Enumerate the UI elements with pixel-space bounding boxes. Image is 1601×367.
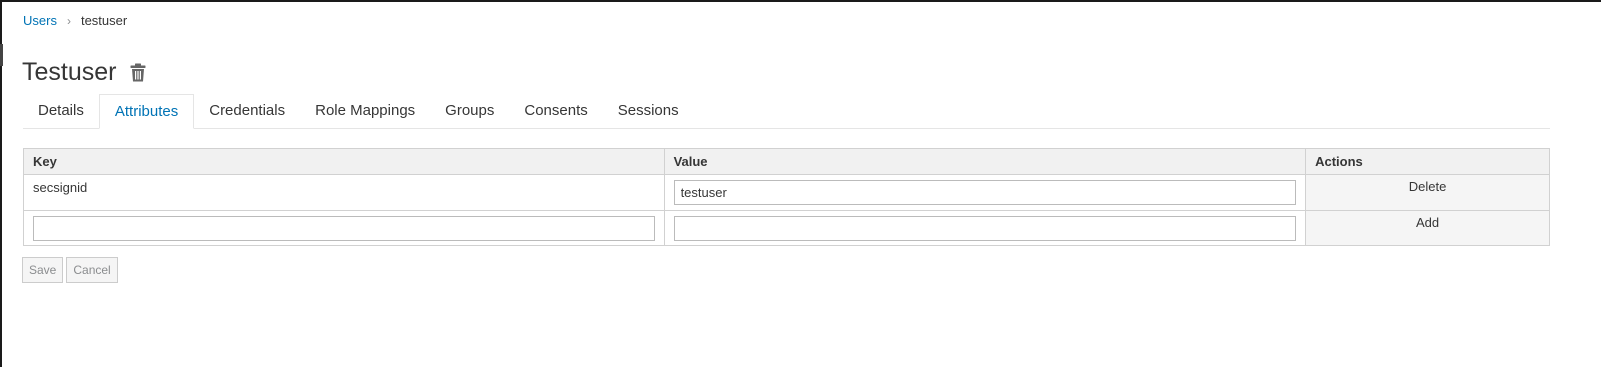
tab-bar: Details Attributes Credentials Role Mapp… [23, 94, 1550, 129]
new-key-input[interactable] [33, 215, 655, 241]
tab-attributes[interactable]: Attributes [98, 94, 195, 129]
new-key-cell [23, 210, 665, 246]
tab-credentials[interactable]: Credentials [194, 94, 300, 128]
attribute-key: secsignid [23, 174, 665, 211]
column-header-value: Value [663, 148, 1307, 175]
save-button[interactable]: Save [22, 257, 64, 283]
column-header-key: Key [23, 148, 665, 175]
page-title: Testuser [22, 58, 117, 86]
column-header-actions: Actions [1305, 148, 1550, 175]
tab-role-mappings[interactable]: Role Mappings [300, 94, 430, 128]
breadcrumb-separator: › [66, 13, 71, 28]
add-label: Add [1415, 215, 1440, 230]
attribute-value-input[interactable] [673, 180, 1297, 205]
tab-groups[interactable]: Groups [430, 94, 509, 128]
breadcrumb-current: testuser [80, 13, 128, 28]
table-header-row: Key Value Actions [23, 148, 1550, 175]
window-edge-notch [0, 44, 3, 66]
title-row: Testuser [22, 57, 148, 87]
delete-attribute-button[interactable]: Delete [1305, 174, 1550, 211]
attribute-value-cell [663, 174, 1307, 211]
attributes-table: Key Value Actions secsignid Delete Add [23, 148, 1550, 246]
breadcrumb-users-link[interactable]: Users [23, 13, 57, 28]
form-buttons: Save Cancel [22, 257, 118, 283]
new-value-cell [663, 210, 1307, 246]
new-attribute-row: Add [23, 210, 1550, 246]
trash-icon[interactable] [130, 62, 148, 82]
tab-consents[interactable]: Consents [509, 94, 602, 128]
tab-sessions[interactable]: Sessions [603, 94, 694, 128]
breadcrumb: Users › testuser [23, 13, 127, 28]
cancel-button[interactable]: Cancel [66, 257, 118, 283]
new-value-input[interactable] [673, 215, 1297, 241]
tab-details[interactable]: Details [23, 94, 99, 128]
table-row: secsignid Delete [23, 174, 1550, 211]
delete-label: Delete [1408, 179, 1447, 194]
add-attribute-button[interactable]: Add [1305, 210, 1550, 246]
